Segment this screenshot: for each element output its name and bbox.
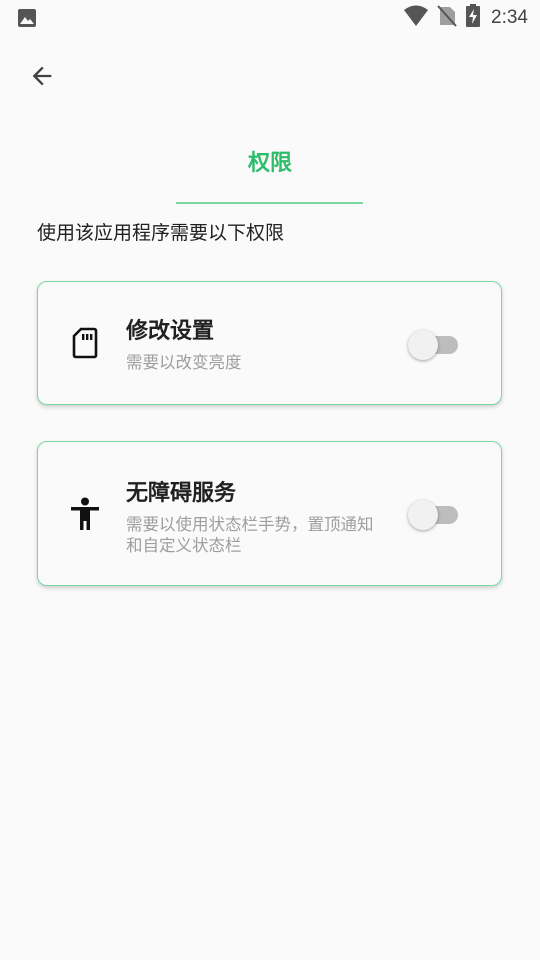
arrow-left-icon <box>28 62 56 94</box>
permission-title: 修改设置 <box>126 319 215 344</box>
permission-card-modify-settings[interactable]: 修改设置 需要以改变亮度 <box>37 281 502 405</box>
page-subtitle: 使用该应用程序需要以下权限 <box>37 222 285 244</box>
wifi-icon <box>403 5 429 31</box>
clock: 2:34 <box>491 7 528 28</box>
accessibility-icon <box>68 497 102 531</box>
permission-title: 无障碍服务 <box>126 481 237 506</box>
toggle-thumb <box>408 330 438 360</box>
no-sim-icon <box>437 5 457 31</box>
page-title: 权限 <box>247 151 292 176</box>
back-button[interactable] <box>24 60 60 96</box>
modify-settings-toggle[interactable] <box>408 328 460 360</box>
status-bar: 2:34 <box>0 0 540 36</box>
title-underline <box>176 202 363 204</box>
accessibility-toggle[interactable] <box>408 498 460 530</box>
toggle-thumb <box>408 500 438 530</box>
image-icon <box>17 8 37 28</box>
battery-charging-icon <box>465 4 481 32</box>
sd-card-icon <box>68 326 102 360</box>
permission-description: 需要以使用状态栏手势，置顶通知和自定义状态栏 <box>126 515 374 555</box>
permission-description: 需要以改变亮度 <box>126 353 242 372</box>
permission-card-accessibility[interactable]: 无障碍服务 需要以使用状态栏手势，置顶通知和自定义状态栏 <box>37 441 502 586</box>
